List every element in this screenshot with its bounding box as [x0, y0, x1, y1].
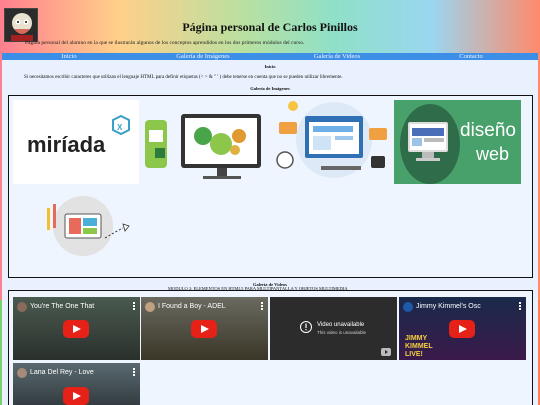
- main-content: Inicio Si necesitamos escribir caractere…: [2, 60, 538, 405]
- diseno-text: diseño: [460, 120, 516, 141]
- more-options-icon[interactable]: [519, 302, 521, 310]
- nav-galeria-videos[interactable]: Galería de Videos: [270, 53, 404, 60]
- play-button-icon[interactable]: [449, 320, 475, 338]
- video-player[interactable]: I Found a Boy - ADEL: [141, 297, 268, 360]
- nav-inicio[interactable]: Inicio: [2, 53, 136, 60]
- diseno-web-image[interactable]: diseño web: [394, 100, 521, 184]
- image-gallery: X miríada diseño web: [8, 95, 533, 278]
- main-navbar: Inicio Galería de Imágenes Galería de Vi…: [2, 53, 538, 60]
- design-tools-image[interactable]: [39, 194, 139, 260]
- page-title: Página personal de Carlos Pinillos: [182, 20, 358, 34]
- warning-icon: [300, 321, 312, 333]
- video-player[interactable]: Video unavailable This video is unavaila…: [270, 297, 397, 360]
- nav-contacto[interactable]: Contacto: [404, 53, 538, 60]
- gallery-images-title: Galería de Imágenes: [250, 86, 290, 91]
- video-title: You're The One That: [30, 303, 95, 310]
- video-unavailable-subtitle: This video is unavailable: [317, 330, 367, 335]
- video-title: I Found a Boy - ADEL: [158, 303, 226, 310]
- video-unavailable-title: Video unavailable: [317, 322, 365, 328]
- more-options-icon[interactable]: [261, 302, 263, 310]
- inicio-title: Inicio: [264, 64, 276, 69]
- channel-avatar: [17, 368, 27, 378]
- diseno-web-icon: [400, 104, 460, 184]
- module-caption: MODULO 2: ELEMENTOS EN HTML5 PARA MULTIP…: [168, 286, 348, 291]
- channel-avatar: [403, 302, 413, 312]
- video-player[interactable]: Lana Del Rey - Love: [13, 363, 140, 405]
- svg-text:X: X: [117, 123, 123, 132]
- miriada-logo-text: miríada: [27, 132, 106, 157]
- web-design-icons-image[interactable]: [271, 100, 397, 184]
- nav-galeria-imagenes[interactable]: Galería de Imágenes: [136, 53, 270, 60]
- web-text: web: [476, 144, 510, 164]
- play-button-icon[interactable]: [191, 320, 217, 338]
- video-player[interactable]: You're The One That: [13, 297, 140, 360]
- play-button-icon[interactable]: [63, 320, 89, 338]
- jimmy-kimmel-live-logo: JIMMY KIMMEL LIVE!: [405, 335, 433, 358]
- page-intro: Página personal del alumno en la que se …: [25, 40, 305, 46]
- more-options-icon[interactable]: [133, 368, 135, 376]
- laptop-illustration-image[interactable]: [141, 100, 267, 184]
- channel-avatar: [17, 302, 27, 312]
- youtube-logo-icon: [381, 348, 391, 356]
- more-options-icon[interactable]: [133, 302, 135, 310]
- page-header: Página personal de Carlos Pinillos Págin…: [0, 0, 540, 52]
- design-tools-icon: [47, 196, 130, 256]
- monitor-chart-icon: [145, 114, 261, 179]
- video-title: Jimmy Kimmel's Osc: [416, 303, 481, 310]
- web-design-icons-icon: [276, 101, 387, 178]
- video-title: Lana Del Rey - Love: [30, 369, 94, 376]
- channel-avatar: [145, 302, 155, 312]
- video-player[interactable]: Jimmy Kimmel's Osc JIMMY KIMMEL LIVE!: [399, 297, 526, 360]
- play-button-icon[interactable]: [63, 387, 89, 405]
- inicio-text: Si necesitamos escribir caracteres que u…: [24, 75, 343, 80]
- miriada-logo-image[interactable]: X miríada: [13, 100, 139, 184]
- video-gallery: You're The One That I Found a Boy - ADEL…: [8, 290, 533, 405]
